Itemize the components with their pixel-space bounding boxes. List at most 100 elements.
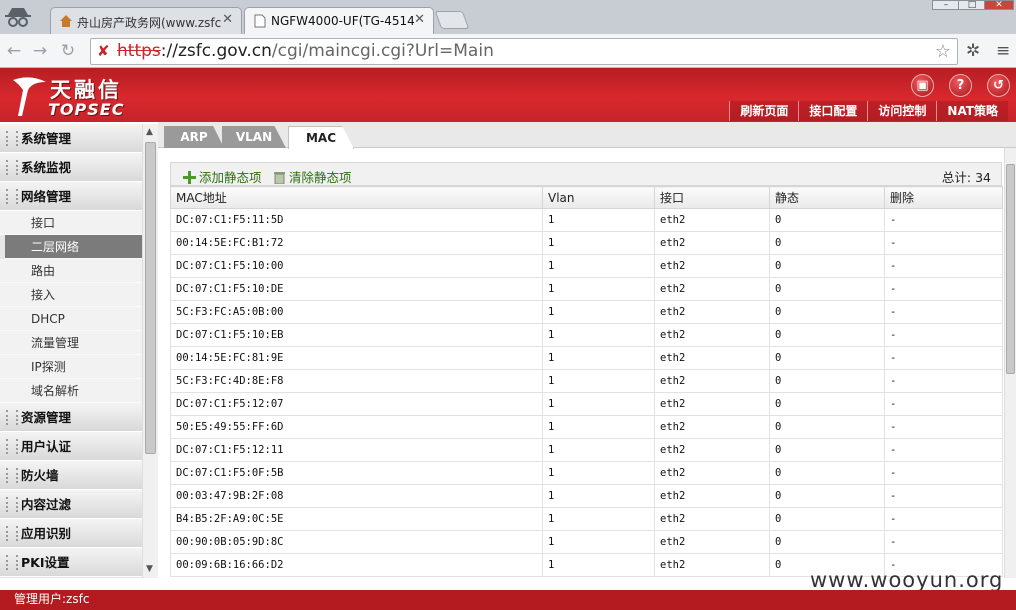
content-scrollbar[interactable] [1004, 148, 1016, 578]
table-row[interactable]: 50:E5:49:55:FF:6D 1 eth2 0- [170, 415, 1003, 439]
sidebar-item-layer2[interactable]: 二层网络 [5, 235, 142, 259]
minimize-button[interactable]: – [932, 0, 960, 10]
table-row[interactable]: DC:07:C1:F5:11:5D 1 eth2 0- [170, 208, 1003, 232]
browser-tab-1[interactable]: 舟山房产政务网(www.zsfc ✕ [50, 7, 242, 34]
cell-mac: DC:07:C1:F5:0F:5B [170, 461, 543, 485]
tab-mac[interactable]: MAC [288, 126, 354, 149]
table-row[interactable]: DC:07:C1:F5:0F:5B 1 eth2 0- [170, 461, 1003, 485]
cell-delete[interactable]: - [884, 415, 1003, 439]
cell-delete[interactable]: - [884, 208, 1003, 232]
browser-tab-2[interactable]: NGFW4000-UF(TG-4514 ✕ [244, 7, 434, 34]
new-tab-button[interactable] [434, 11, 470, 29]
sidebar-section-resource[interactable]: 资源管理 [0, 403, 142, 432]
scroll-thumb[interactable] [145, 142, 156, 454]
table-row[interactable]: 5C:F3:FC:A5:0B:00 1 eth2 0- [170, 300, 1003, 324]
sidebar-item-traffic[interactable]: 流量管理 [0, 331, 142, 355]
cell-delete[interactable]: - [884, 323, 1003, 347]
bookmark-star-icon[interactable]: ☆ [935, 39, 951, 64]
menu-icon[interactable]: ≡ [996, 41, 1010, 61]
menu-refresh[interactable]: 刷新页面 [729, 101, 799, 121]
cell-interface: eth2 [654, 507, 770, 531]
table-row[interactable]: DC:07:C1:F5:12:07 1 eth2 0- [170, 392, 1003, 416]
cell-static: 0 [769, 254, 885, 278]
cell-static: 0 [769, 323, 885, 347]
table-row[interactable]: 00:03:47:9B:2F:08 1 eth2 0- [170, 484, 1003, 508]
sidebar-section-content-filter[interactable]: 内容过滤 [0, 490, 142, 519]
sidebar-section-auth[interactable]: 用户认证 [0, 432, 142, 461]
table-row[interactable]: DC:07:C1:F5:10:00 1 eth2 0- [170, 254, 1003, 278]
tab-vlan[interactable]: VLAN [222, 126, 286, 148]
sidebar-section-pki[interactable]: PKI设置 [0, 548, 142, 577]
sidebar-section-firewall[interactable]: 防火墙 [0, 461, 142, 490]
tab-arp[interactable]: ARP [164, 126, 224, 148]
forward-icon[interactable]: → [30, 41, 50, 61]
bug-extension-icon[interactable]: ✲ [966, 41, 980, 61]
sidebar-item-ip-probe[interactable]: IP探测 [0, 355, 142, 379]
cell-delete[interactable]: - [884, 507, 1003, 531]
sidebar-scrollbar[interactable]: ▲ ▼ [142, 124, 158, 578]
cell-static: 0 [769, 392, 885, 416]
clear-static-button[interactable]: 清除静态项 [273, 167, 352, 186]
cell-delete[interactable]: - [884, 346, 1003, 370]
cell-static: 0 [769, 461, 885, 485]
close-tab-icon[interactable]: ✕ [222, 12, 233, 27]
maximize-button[interactable]: □ [958, 0, 986, 10]
sidebar-item-access[interactable]: 接入 [0, 283, 142, 307]
cell-delete[interactable]: - [884, 461, 1003, 485]
cell-delete[interactable]: - [884, 231, 1003, 255]
table-row[interactable]: 00:90:0B:05:9D:8C 1 eth2 0- [170, 530, 1003, 554]
logout-icon[interactable]: ↺ [987, 74, 1010, 97]
close-tab-icon[interactable]: ✕ [414, 12, 425, 27]
cell-static: 0 [769, 507, 885, 531]
cell-delete[interactable]: - [884, 277, 1003, 301]
cell-interface: eth2 [654, 392, 770, 416]
cell-delete[interactable]: - [884, 369, 1003, 393]
add-static-button[interactable]: 添加静态项 [183, 167, 262, 186]
cell-vlan: 1 [542, 415, 655, 439]
cell-delete[interactable]: - [884, 392, 1003, 416]
sidebar-section-network[interactable]: 网络管理 [0, 182, 142, 211]
menu-nat-policy[interactable]: NAT策略 [936, 101, 1008, 121]
plus-icon [183, 171, 196, 184]
col-vlan: Vlan [542, 186, 655, 209]
address-bar[interactable]: ✘ https://zsfc.gov.cn/cgi/maincgi.cgi?Ur… [90, 38, 958, 65]
cell-delete[interactable]: - [884, 484, 1003, 508]
cell-delete[interactable]: - [884, 530, 1003, 554]
table-row[interactable]: 00:14:5E:FC:B1:72 1 eth2 0- [170, 231, 1003, 255]
sidebar-item-dns[interactable]: 域名解析 [0, 379, 142, 403]
table-row[interactable]: B4:B5:2F:A9:0C:5E 1 eth2 0- [170, 507, 1003, 531]
cell-interface: eth2 [654, 438, 770, 462]
cell-delete[interactable]: - [884, 254, 1003, 278]
cell-interface: eth2 [654, 461, 770, 485]
help-icon[interactable]: ? [949, 74, 972, 97]
table-row[interactable]: DC:07:C1:F5:12:11 1 eth2 0- [170, 438, 1003, 462]
col-interface: 接口 [654, 186, 770, 209]
reload-icon[interactable]: ↻ [58, 41, 78, 61]
sidebar-section-system[interactable]: 系统管理 [0, 124, 142, 153]
sidebar-item-routing[interactable]: 路由 [0, 259, 142, 283]
cell-delete[interactable]: - [884, 300, 1003, 324]
scroll-up-icon[interactable]: ▲ [146, 127, 153, 137]
table-row[interactable]: DC:07:C1:F5:10:EB 1 eth2 0- [170, 323, 1003, 347]
table-row[interactable]: DC:07:C1:F5:10:DE 1 eth2 0- [170, 277, 1003, 301]
save-icon[interactable]: ▣ [911, 74, 934, 97]
table-row[interactable]: 00:14:5E:FC:81:9E 1 eth2 0- [170, 346, 1003, 370]
cell-vlan: 1 [542, 461, 655, 485]
cell-mac: 00:14:5E:FC:81:9E [170, 346, 543, 370]
close-window-button[interactable]: ✕ [984, 0, 1014, 10]
sidebar-item-interface[interactable]: 接口 [0, 211, 142, 235]
cell-delete[interactable]: - [884, 438, 1003, 462]
table-row[interactable]: 5C:F3:FC:4D:8E:F8 1 eth2 0- [170, 369, 1003, 393]
content-scroll-thumb[interactable] [1006, 164, 1015, 374]
cell-interface: eth2 [654, 346, 770, 370]
cell-vlan: 1 [542, 507, 655, 531]
scroll-down-icon[interactable]: ▼ [146, 564, 153, 574]
sidebar-section-app-identify[interactable]: 应用识别 [0, 519, 142, 548]
sidebar-section-monitor[interactable]: 系统监视 [0, 153, 142, 182]
cell-static: 0 [769, 231, 885, 255]
menu-interface-config[interactable]: 接口配置 [798, 101, 868, 121]
sidebar-item-dhcp[interactable]: DHCP [0, 307, 142, 331]
cell-interface: eth2 [654, 369, 770, 393]
back-icon[interactable]: ← [4, 41, 24, 61]
menu-access-control[interactable]: 访问控制 [867, 101, 937, 121]
